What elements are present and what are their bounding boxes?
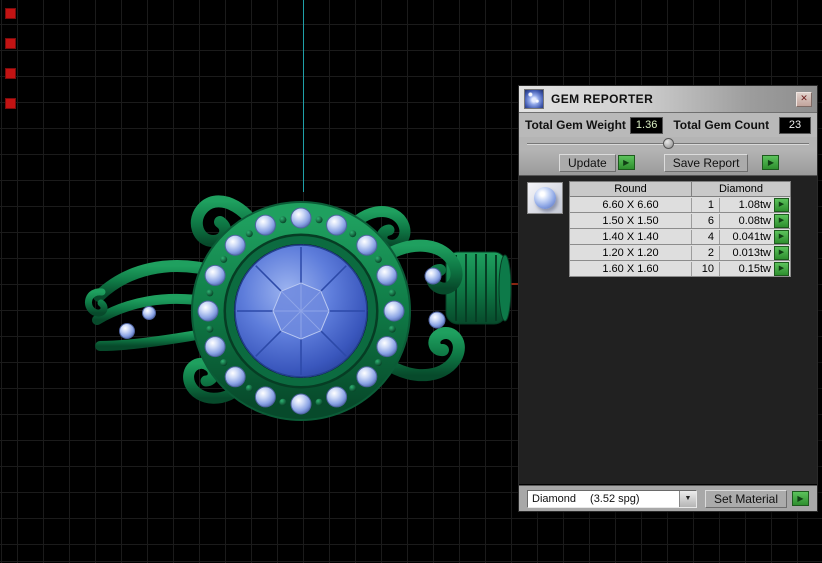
slider-thumb[interactable] <box>663 138 674 149</box>
panel-title: GEM REPORTER <box>551 92 654 106</box>
row-select-button[interactable]: ▶ <box>774 229 789 244</box>
gem-count: 2 <box>692 245 720 260</box>
row-select-button[interactable]: ▶ <box>774 197 789 212</box>
gem-weight: 0.013tw <box>732 246 771 259</box>
table-row[interactable]: 1.40 X 1.40 4 0.041tw ▶ <box>569 229 791 245</box>
gem-table: Round Diamond 6.60 X 6.60 1 1.08tw ▶ 1.5… <box>569 181 791 277</box>
column-material: Diamond <box>718 183 764 195</box>
total-weight-label: Total Gem Weight <box>525 118 626 132</box>
gem-weight: 0.041tw <box>732 230 771 243</box>
save-report-button[interactable]: Save Report <box>663 153 749 172</box>
gem-weight: 0.08tw <box>738 214 771 227</box>
gem-reporter-icon <box>524 89 544 109</box>
table-row[interactable]: 1.50 X 1.50 6 0.08tw ▶ <box>569 213 791 229</box>
column-shape: Round <box>570 182 692 196</box>
row-select-button[interactable]: ▶ <box>774 213 789 228</box>
material-dropdown-detail: (3.52 spg) <box>590 492 640 505</box>
material-dropdown[interactable]: Diamond (3.52 spg) ▼ <box>527 489 697 508</box>
panel-body: Round Diamond 6.60 X 6.60 1 1.08tw ▶ 1.5… <box>519 176 817 485</box>
gem-count: 1 <box>692 197 720 212</box>
total-count-value: 23 <box>779 116 811 134</box>
gem-count: 6 <box>692 213 720 228</box>
gem-weight: 0.15tw <box>738 262 771 275</box>
table-row[interactable]: 1.20 X 1.20 2 0.013tw ▶ <box>569 245 791 261</box>
center-gem <box>226 236 376 386</box>
cad-viewport[interactable]: GEM REPORTER ✕ Total Gem Weight 1.36 Tot… <box>0 0 822 563</box>
gem-size: 1.20 X 1.20 <box>570 245 692 260</box>
update-button[interactable]: Update <box>559 153 616 172</box>
gem-count: 4 <box>692 229 720 244</box>
update-arrow-button[interactable]: ▶ <box>617 155 635 170</box>
table-row[interactable]: 6.60 X 6.60 1 1.08tw ▶ <box>569 197 791 213</box>
gem-thumbnail[interactable] <box>527 182 563 214</box>
panel-titlebar[interactable]: GEM REPORTER ✕ <box>519 86 817 113</box>
total-count-label: Total Gem Count <box>673 118 770 132</box>
set-material-arrow-button[interactable]: ▶ <box>792 491 809 506</box>
gem-size: 1.60 X 1.60 <box>570 261 692 276</box>
gem-thumbnail-image <box>534 187 556 209</box>
material-row: Diamond (3.52 spg) ▼ Set Material ▶ <box>519 485 817 511</box>
row-select-button[interactable]: ▶ <box>774 245 789 260</box>
actions-row: Update ▶ Save Report ▶ <box>519 150 817 176</box>
close-button[interactable]: ✕ <box>796 91 812 107</box>
gem-count: 10 <box>692 261 720 276</box>
dropdown-arrow-button[interactable]: ▼ <box>679 490 696 507</box>
gem-size: 1.40 X 1.40 <box>570 229 692 244</box>
total-weight-value: 1.36 <box>629 116 664 134</box>
row-select-button[interactable]: ▶ <box>774 261 789 276</box>
report-slider <box>519 137 817 150</box>
set-material-button[interactable]: Set Material <box>704 489 787 508</box>
gem-weight: 1.08tw <box>738 198 771 211</box>
material-dropdown-value: Diamond <box>532 492 577 505</box>
totals-row: Total Gem Weight 1.36 Total Gem Count 23 <box>519 113 817 137</box>
table-row[interactable]: 1.60 X 1.60 10 0.15tw ▶ <box>569 261 791 277</box>
gem-size: 1.50 X 1.50 <box>570 213 692 228</box>
gem-size: 6.60 X 6.60 <box>570 197 692 212</box>
gem-table-header: Round Diamond <box>569 181 791 197</box>
gem-reporter-panel: GEM REPORTER ✕ Total Gem Weight 1.36 Tot… <box>518 85 818 512</box>
save-report-arrow-button[interactable]: ▶ <box>762 155 780 170</box>
